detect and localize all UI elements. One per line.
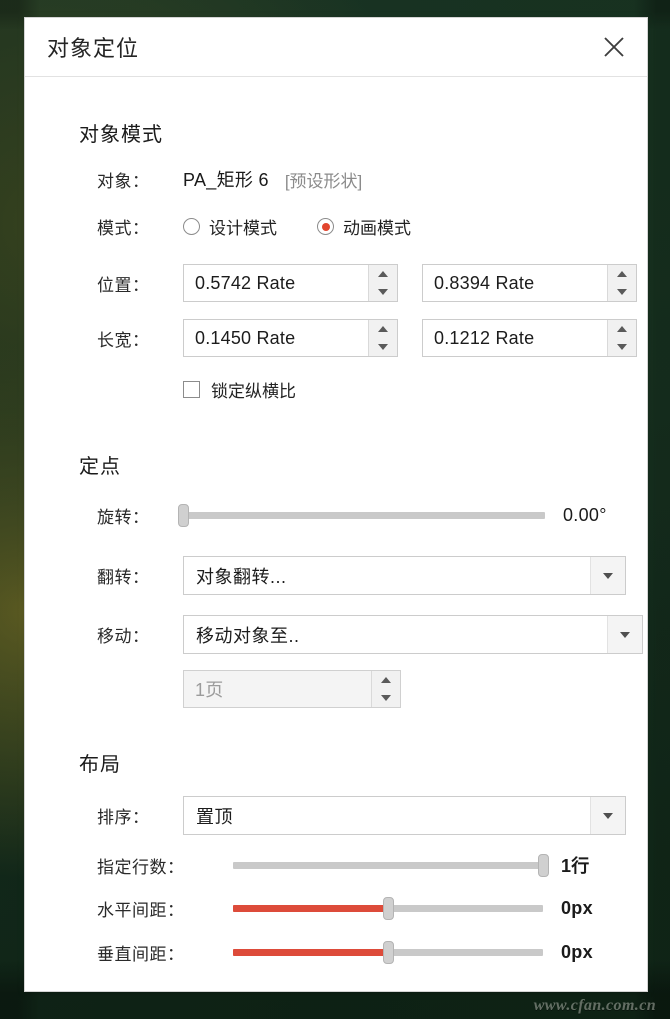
vertical-gap-label: 垂直间距： bbox=[97, 945, 185, 964]
order-row: 排序： 置顶 bbox=[97, 796, 626, 835]
page-spinner-value: 1页 bbox=[195, 680, 224, 700]
position-row: 位置： 0.5742 Rate 0.8394 Rate bbox=[97, 264, 637, 302]
size-height-spinner[interactable]: 0.1212 Rate bbox=[422, 319, 637, 357]
page-spinner-row: 1页 bbox=[183, 670, 401, 708]
section-heading-object-mode: 对象模式 bbox=[79, 124, 163, 146]
position-y-spinner-buttons bbox=[607, 265, 636, 301]
size-row: 长宽： 0.1450 Rate 0.1212 Rate bbox=[97, 319, 637, 357]
position-x-spinner-buttons bbox=[368, 265, 397, 301]
flip-row: 翻转： 对象翻转... bbox=[97, 556, 626, 595]
checkbox-unchecked-icon[interactable] bbox=[183, 381, 200, 398]
order-dropdown[interactable]: 置顶 bbox=[183, 796, 626, 835]
object-name-row: 对象： PA_矩形 6 [预设形状] bbox=[97, 166, 362, 192]
rotate-slider[interactable] bbox=[177, 504, 545, 527]
move-row: 移动： 移动对象至.. bbox=[97, 615, 643, 654]
slider-fill bbox=[233, 905, 388, 912]
slider-track bbox=[233, 853, 549, 877]
spinner-down-icon[interactable] bbox=[369, 283, 397, 301]
flip-dropdown-value: 对象翻转... bbox=[196, 566, 287, 587]
spinner-down-icon[interactable] bbox=[372, 689, 400, 707]
radio-checked-icon bbox=[317, 218, 334, 235]
position-y-value: 0.8394 Rate bbox=[434, 272, 535, 293]
slider-track bbox=[233, 897, 543, 920]
position-label: 位置： bbox=[97, 275, 150, 295]
radio-animation-mode-label: 动画模式 bbox=[343, 219, 411, 238]
row-count-value: 1行 bbox=[561, 856, 590, 876]
dialog-title: 对象定位 bbox=[47, 36, 140, 61]
size-label: 长宽： bbox=[97, 330, 150, 350]
size-width-spinner[interactable]: 0.1450 Rate bbox=[183, 319, 398, 357]
page-spinner-buttons bbox=[371, 671, 400, 707]
spinner-down-icon[interactable] bbox=[608, 338, 636, 356]
chevron-down-icon[interactable] bbox=[590, 797, 625, 834]
lock-ratio-row[interactable]: 锁定纵横比 bbox=[183, 377, 296, 402]
move-dropdown[interactable]: 移动对象至.. bbox=[183, 615, 643, 654]
rotate-row: 旋转： 0.00° bbox=[97, 503, 607, 528]
section-heading-layout: 布局 bbox=[79, 754, 121, 776]
dialog-titlebar: 对象定位 bbox=[25, 18, 647, 77]
radio-unchecked-icon bbox=[183, 218, 200, 235]
spinner-up-icon[interactable] bbox=[369, 320, 397, 338]
object-position-dialog: 对象定位 对象模式 对象： PA_矩形 6 [预设形状] 模式： 设计模式 动画… bbox=[24, 17, 648, 992]
order-label: 排序： bbox=[97, 808, 150, 827]
vertical-gap-row: 垂直间距： 0px bbox=[97, 940, 593, 965]
slider-track bbox=[233, 941, 543, 964]
slider-handle[interactable] bbox=[537, 853, 549, 877]
rotate-label: 旋转： bbox=[97, 508, 150, 527]
spinner-up-icon[interactable] bbox=[608, 265, 636, 283]
slider-track bbox=[177, 504, 545, 527]
move-label: 移动： bbox=[97, 627, 150, 646]
row-count-label: 指定行数： bbox=[97, 857, 185, 877]
spinner-up-icon[interactable] bbox=[372, 671, 400, 689]
spinner-down-icon[interactable] bbox=[369, 338, 397, 356]
lock-ratio-label: 锁定纵横比 bbox=[211, 382, 296, 401]
slider-handle[interactable] bbox=[177, 504, 189, 527]
row-count-row: 指定行数： 1行 bbox=[97, 852, 590, 878]
object-name-value: PA_矩形 6 bbox=[183, 170, 269, 190]
spinner-down-icon[interactable] bbox=[608, 283, 636, 301]
spinner-up-icon[interactable] bbox=[369, 265, 397, 283]
size-height-spinner-buttons bbox=[607, 320, 636, 356]
order-dropdown-value: 置顶 bbox=[196, 806, 233, 827]
slider-fill bbox=[233, 949, 388, 956]
site-watermark: www.cfan.com.cn bbox=[533, 997, 656, 1014]
radio-animation-mode[interactable]: 动画模式 bbox=[317, 214, 411, 239]
horizontal-gap-label: 水平间距： bbox=[97, 901, 185, 920]
horizontal-gap-value: 0px bbox=[561, 898, 593, 918]
position-y-spinner[interactable]: 0.8394 Rate bbox=[422, 264, 637, 302]
flip-label: 翻转： bbox=[97, 568, 150, 587]
rotate-value: 0.00° bbox=[563, 505, 607, 525]
position-x-value: 0.5742 Rate bbox=[195, 272, 296, 293]
object-label: 对象： bbox=[97, 171, 150, 191]
flip-dropdown[interactable]: 对象翻转... bbox=[183, 556, 626, 595]
radio-design-mode[interactable]: 设计模式 bbox=[183, 214, 277, 239]
vertical-gap-value: 0px bbox=[561, 942, 593, 962]
slider-handle[interactable] bbox=[382, 897, 394, 920]
chevron-down-icon[interactable] bbox=[607, 616, 642, 653]
close-icon[interactable] bbox=[597, 30, 631, 64]
section-heading-anchor: 定点 bbox=[79, 456, 121, 478]
page-spinner[interactable]: 1页 bbox=[183, 670, 401, 708]
mode-label: 模式： bbox=[97, 219, 150, 238]
size-width-spinner-buttons bbox=[368, 320, 397, 356]
size-height-value: 0.1212 Rate bbox=[434, 327, 535, 348]
object-type-value: [预设形状] bbox=[284, 171, 363, 191]
move-dropdown-value: 移动对象至.. bbox=[196, 625, 300, 646]
mode-row: 模式： 设计模式 动画模式 bbox=[97, 214, 411, 239]
slider-handle[interactable] bbox=[382, 941, 394, 964]
position-x-spinner[interactable]: 0.5742 Rate bbox=[183, 264, 398, 302]
mode-radio-group: 设计模式 动画模式 bbox=[183, 214, 411, 239]
horizontal-gap-row: 水平间距： 0px bbox=[97, 896, 593, 921]
row-count-slider[interactable] bbox=[233, 853, 549, 877]
horizontal-gap-slider[interactable] bbox=[233, 897, 543, 920]
vertical-gap-slider[interactable] bbox=[233, 941, 543, 964]
spinner-up-icon[interactable] bbox=[608, 320, 636, 338]
size-width-value: 0.1450 Rate bbox=[195, 327, 296, 348]
chevron-down-icon[interactable] bbox=[590, 557, 625, 594]
radio-design-mode-label: 设计模式 bbox=[209, 219, 277, 238]
